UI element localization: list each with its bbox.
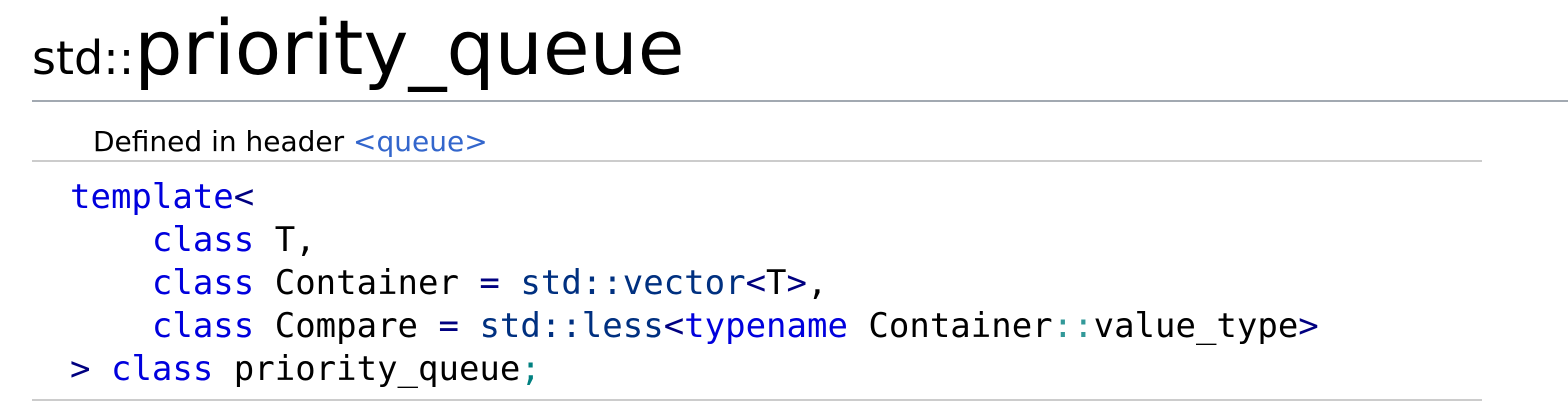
declaration-code: template< class T, class Container = std…	[70, 176, 1319, 391]
param-compare: Compare	[254, 306, 439, 346]
kw-class-compare: class	[151, 306, 255, 346]
header-link[interactable]: <queue>	[353, 125, 488, 158]
op-gt-less: >	[1298, 306, 1319, 346]
op-lt-less: <	[663, 306, 685, 346]
op-lt-vector: <	[745, 263, 767, 303]
op-open-angle: <	[233, 177, 255, 217]
code-divider	[32, 399, 1482, 401]
class-name-priority-queue: priority_queue	[213, 349, 521, 389]
kw-class-t: class	[151, 220, 255, 260]
op-eq-container: =	[479, 263, 500, 303]
comma-container: ,	[807, 263, 828, 303]
param-container: Container	[254, 263, 480, 303]
less-arg-container: Container	[847, 306, 1053, 346]
kw-template: template	[70, 177, 234, 217]
less-arg-value-type: value_type	[1093, 306, 1299, 346]
op-close-angle: >	[70, 349, 91, 389]
semicolon: ;	[520, 349, 541, 389]
header-prefix: Defined in header	[93, 125, 354, 158]
defined-in-header: Defined in header <queue>	[93, 124, 488, 160]
vector-arg-t: T	[766, 263, 787, 303]
type-std-less[interactable]: std::less	[479, 306, 663, 346]
op-gt-vector: >	[786, 263, 808, 303]
kw-class-priority-queue: class	[110, 349, 214, 389]
type-std-vector[interactable]: std::vector	[520, 263, 745, 303]
kw-class-container: class	[151, 263, 255, 303]
op-eq-compare: =	[438, 306, 459, 346]
kw-typename: typename	[684, 306, 848, 346]
page-title: std::priority_queue	[32, 10, 685, 86]
scope-operator: ::	[1052, 306, 1094, 346]
title-namespace: std::	[32, 31, 135, 85]
title-name: priority_queue	[134, 3, 685, 92]
param-t: T,	[254, 220, 316, 260]
header-divider	[32, 160, 1482, 162]
title-divider	[32, 100, 1568, 102]
